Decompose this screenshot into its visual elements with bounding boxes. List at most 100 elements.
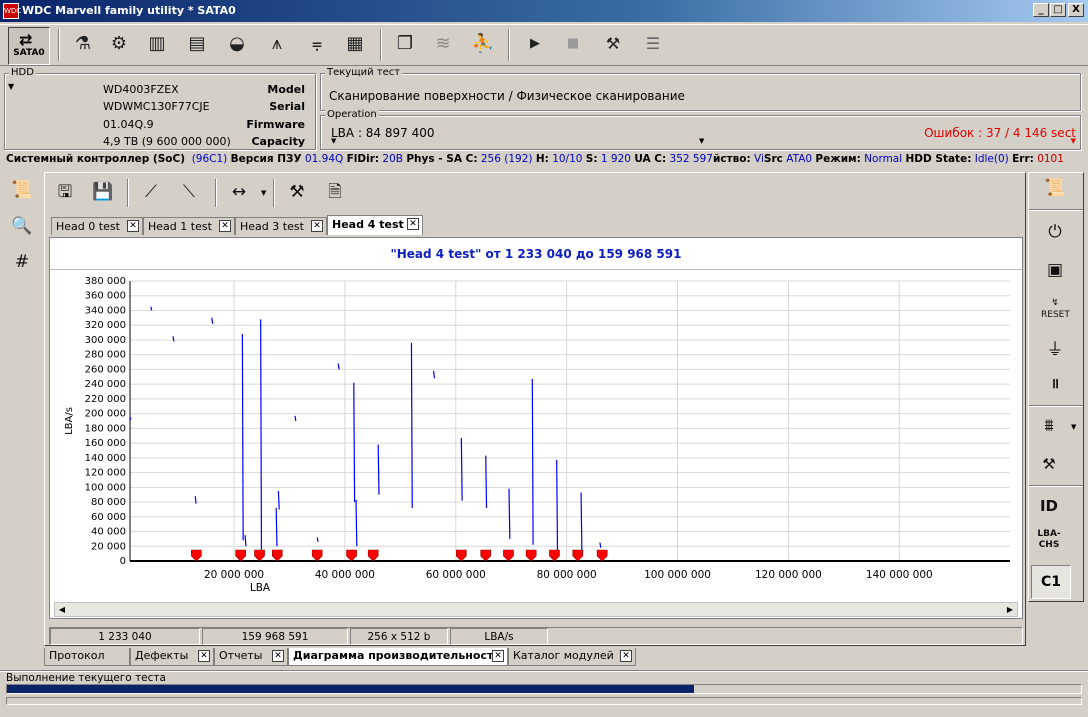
board-icon[interactable]: ▤: [182, 29, 212, 61]
tab-reports[interactable]: Отчеты ✕: [214, 648, 288, 666]
hash-add-icon[interactable]: #: [8, 249, 36, 275]
close-icon[interactable]: ✕: [127, 220, 139, 232]
pcb-board-icon[interactable]: ▣: [1041, 257, 1069, 283]
close-icon[interactable]: ✕: [272, 650, 284, 662]
play-icon[interactable]: ▶: [520, 29, 550, 61]
block-size-cell: 256 x 512 b: [350, 628, 448, 645]
firmware-value: 01.04Q.9: [103, 118, 154, 131]
errors-dropdown-icon[interactable]: ▼: [1071, 137, 1076, 145]
save-icon[interactable]: 💾: [89, 179, 117, 205]
range-width-icon[interactable]: ↔: [225, 179, 253, 205]
chip-icon[interactable]: ▥: [142, 29, 172, 61]
document-icon[interactable]: 🗎: [321, 179, 349, 205]
close-icon[interactable]: ✕: [620, 650, 632, 662]
tab-head-3[interactable]: Head 3 test ✕: [235, 217, 327, 235]
close-icon[interactable]: ✕: [311, 220, 323, 232]
x-tick-label: 80 000 000: [537, 569, 597, 581]
scroll-log-icon[interactable]: 📜: [1041, 175, 1069, 201]
microscope-icon[interactable]: ⚗: [68, 29, 98, 61]
series-segment: [260, 319, 263, 550]
fldir-label: FlDir:: [346, 153, 380, 165]
close-icon[interactable]: ✕: [492, 650, 504, 662]
error-marker: [254, 549, 265, 562]
hdd-group: HDD ▼ Model WD4003FZEX Serial WDWMC130F77C…: [4, 67, 316, 150]
lba-chs-button[interactable]: LBA-CHS: [1035, 529, 1063, 555]
pause-icon[interactable]: ॥: [1041, 371, 1069, 397]
tab-label: Head 3 test: [240, 220, 304, 233]
disk-icon[interactable]: ◒: [222, 29, 252, 61]
platter-stack-icon[interactable]: ⩦: [302, 29, 332, 61]
save-load-icon[interactable]: 🖫: [51, 179, 79, 205]
close-icon[interactable]: ✕: [219, 220, 231, 232]
phys-value: 256 (192): [480, 153, 533, 165]
chart-down-icon[interactable]: ⟍: [175, 179, 203, 205]
tab-head-4[interactable]: Head 4 test ✕: [327, 215, 423, 235]
series-segment: [410, 342, 413, 508]
error-marker: [503, 549, 514, 562]
series-segment: [353, 382, 356, 503]
tab-defects[interactable]: Дефекты ✕: [130, 648, 214, 666]
y-tick-label: 200 000: [85, 409, 126, 420]
grid-table-icon[interactable]: ▦: [340, 29, 370, 61]
range-dropdown-icon[interactable]: ▼: [261, 189, 266, 197]
tab-protocol[interactable]: Протокол: [44, 648, 130, 666]
rom-label: Версия ПЗУ: [230, 153, 302, 165]
id-button[interactable]: ID: [1035, 493, 1063, 519]
tab-module-catalog[interactable]: Каталог модулей ✕: [508, 648, 636, 666]
close-icon[interactable]: ✕: [198, 650, 210, 662]
copy-windows-icon[interactable]: ❐: [390, 29, 420, 61]
tab-head-1[interactable]: Head 1 test ✕: [143, 217, 235, 235]
tab-head-0[interactable]: Head 0 test ✕: [51, 217, 143, 235]
series-segment: [531, 378, 534, 545]
operation-dropdown2-icon[interactable]: ▼: [699, 137, 704, 145]
heads-value: 10/10: [552, 153, 583, 165]
tab-performance-diagram[interactable]: Диаграмма производительности ✕: [288, 648, 508, 666]
maximize-button[interactable]: □: [1050, 3, 1066, 17]
horizontal-scrollbar[interactable]: ◀ ▶: [54, 602, 1018, 617]
jumper-icon[interactable]: ⏚: [1041, 337, 1069, 363]
head-icon[interactable]: ⩚: [262, 29, 292, 61]
run-person-icon[interactable]: ⛹: [468, 29, 498, 61]
scroll-log-icon[interactable]: 📜: [8, 177, 36, 203]
error-marker: [367, 549, 379, 562]
list-settings-icon[interactable]: ☰: [638, 29, 668, 61]
end-lba-cell: 159 968 591: [202, 628, 348, 645]
scroll-right-icon[interactable]: ▶: [1003, 603, 1017, 616]
operation-dropdown-icon[interactable]: ▼: [331, 137, 336, 145]
heads-select-icon[interactable]: ⩩: [1035, 413, 1063, 439]
serial-value: WDWMC130F77CJE: [103, 100, 210, 113]
series-segment: [355, 499, 358, 547]
heads-dropdown-icon[interactable]: ▼: [1071, 423, 1076, 431]
tools-icon[interactable]: ⚒: [283, 179, 311, 205]
error-marker: [572, 549, 584, 562]
gears-icon[interactable]: ⚙: [104, 29, 134, 61]
tab-label: Отчеты: [219, 649, 263, 662]
reset-icon[interactable]: ↯ RESET: [1041, 297, 1070, 323]
c1-button[interactable]: C1: [1031, 565, 1071, 599]
tools-icon[interactable]: ⚒: [598, 29, 628, 61]
search-icon[interactable]: 🔍: [8, 213, 36, 239]
unit-cell: LBA/s: [450, 628, 548, 645]
series-segment: [580, 492, 583, 553]
chart-up-icon[interactable]: ⟋: [137, 179, 165, 205]
tab-label: Head 0 test: [56, 220, 120, 233]
error-count: Ошибок : 37 / 4 146 sect: [924, 126, 1076, 140]
power-switch-icon[interactable]: ⏻: [1041, 219, 1069, 245]
fldir-value: 20B: [382, 153, 403, 165]
error-marker: [346, 549, 357, 562]
app-icon[interactable]: WDC: [3, 3, 21, 19]
scroll-left-icon[interactable]: ◀: [55, 603, 69, 616]
minimize-button[interactable]: _: [1033, 3, 1049, 17]
close-icon[interactable]: ✕: [407, 218, 419, 230]
series-segment: [294, 415, 297, 422]
close-button[interactable]: X: [1068, 3, 1084, 17]
sata-port-button[interactable]: ⇄ SATA0: [8, 27, 50, 65]
tools-icon[interactable]: ⚒: [1035, 451, 1063, 477]
rom-value: 01.94Q: [304, 153, 344, 165]
error-marker: [596, 549, 608, 562]
sectors-label: S:: [585, 153, 598, 165]
y-axis-label: LBA/s: [64, 407, 75, 435]
head-tabs: Head 0 test ✕ Head 1 test ✕ Head 3 test ✕ H…: [49, 215, 1023, 237]
drive-connector-icon: ⇄: [19, 30, 33, 49]
y-tick-label: 220 000: [85, 394, 126, 405]
